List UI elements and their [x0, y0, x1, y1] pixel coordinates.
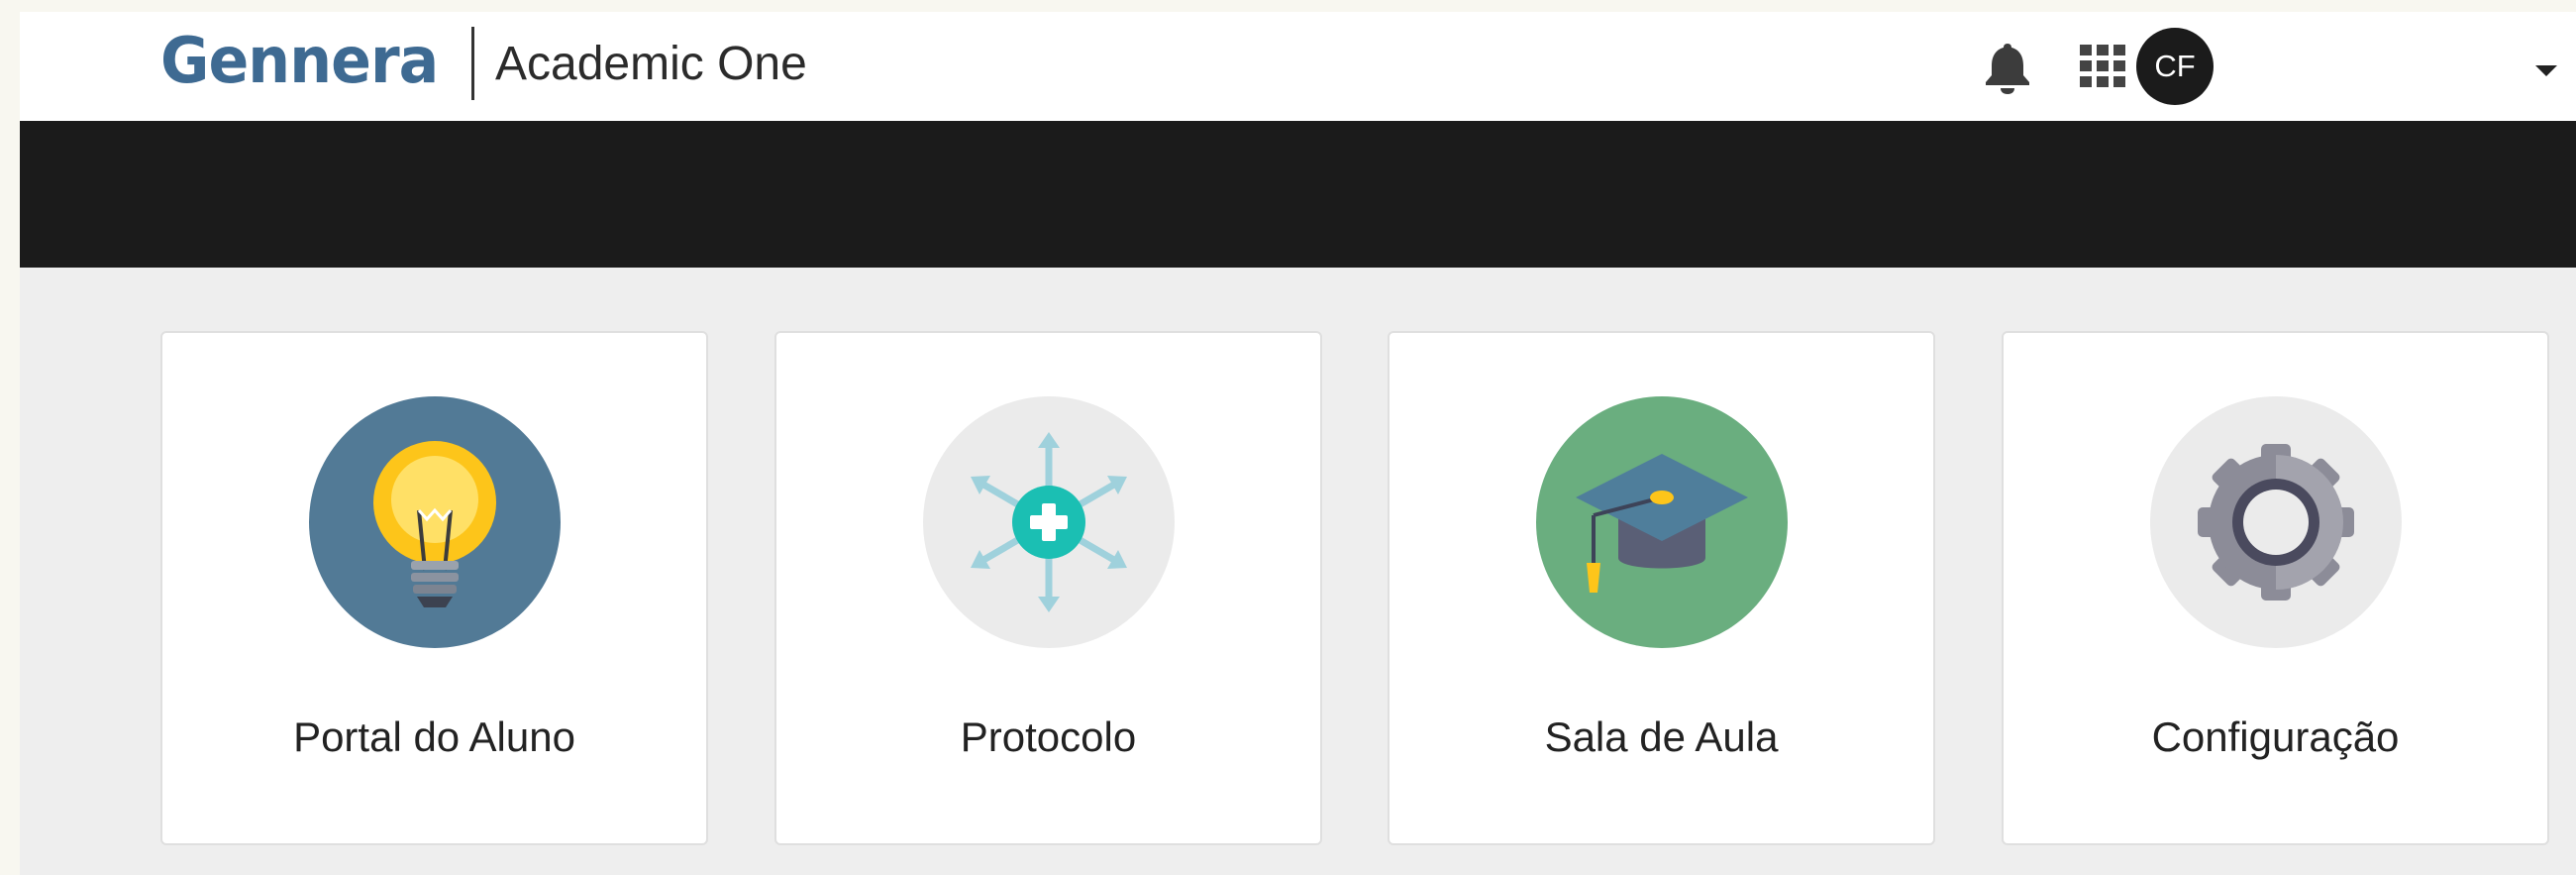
user-avatar[interactable]: CF	[2136, 28, 2214, 105]
module-label: Portal do Aluno	[293, 713, 575, 760]
module-card-protocolo[interactable]: Protocolo	[774, 331, 1322, 845]
medical-arrows-icon	[923, 396, 1175, 648]
app-name: Academic One	[495, 38, 807, 90]
module-label: Protocolo	[960, 713, 1137, 760]
top-bar: Gennera Academic One CF	[20, 12, 2576, 121]
brand-divider	[471, 27, 474, 100]
gear-icon	[2150, 396, 2402, 648]
module-card-sala-de-aula[interactable]: Sala de Aula	[1388, 331, 1935, 845]
header-banner	[20, 121, 2576, 268]
grid-icon[interactable]	[2080, 45, 2125, 88]
app-frame: Gennera Academic One CF Portal do Aluno …	[20, 12, 2576, 875]
lightbulb-icon	[309, 396, 561, 648]
brand-logo[interactable]: Gennera	[160, 22, 439, 101]
bell-icon[interactable]	[1984, 41, 2031, 94]
graduation-cap-icon	[1536, 396, 1788, 648]
module-label: Sala de Aula	[1544, 713, 1779, 760]
module-card-portal-do-aluno[interactable]: Portal do Aluno	[160, 331, 708, 845]
module-label: Configuração	[2151, 713, 2400, 760]
module-card-configuracao[interactable]: Configuração	[2002, 331, 2549, 845]
caret-down-icon[interactable]	[2535, 63, 2557, 77]
